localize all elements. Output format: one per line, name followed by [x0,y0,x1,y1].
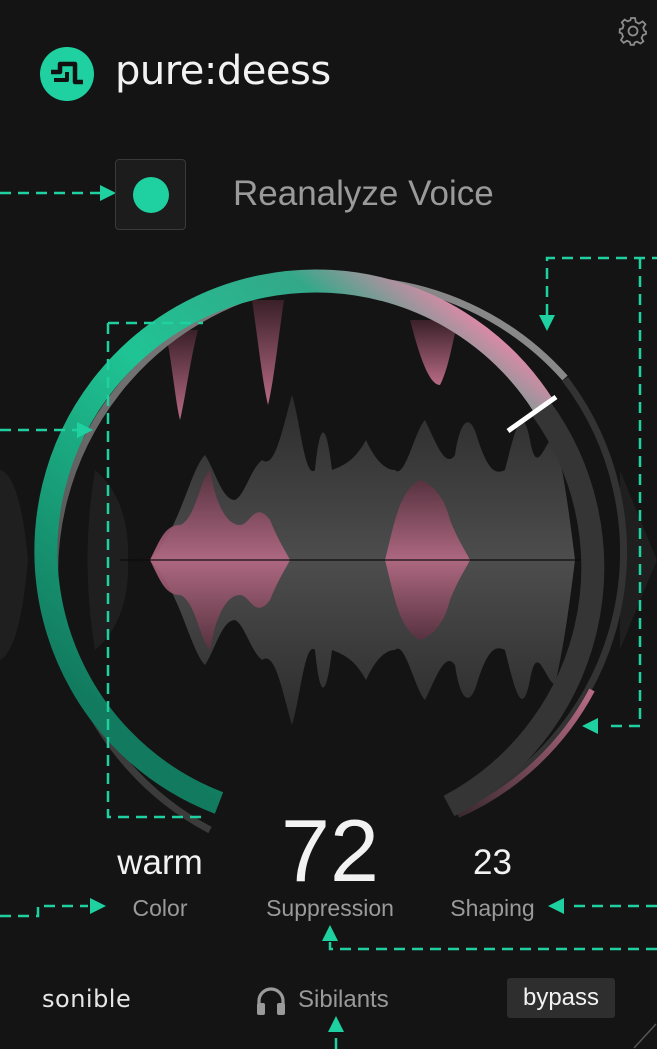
sonible-logo-icon [40,47,94,101]
sibilants-listen-button[interactable]: Sibilants [254,980,389,1020]
reanalyze-voice-label: Reanalyze Voice [233,174,494,213]
shaping-label: Shaping [450,895,535,921]
resize-handle[interactable] [630,1020,657,1049]
shaping-value[interactable]: 23 [430,843,555,883]
color-value[interactable]: warm [90,843,230,883]
sonible-brand-logo: sonible [42,985,132,1013]
bypass-button[interactable]: bypass [507,978,615,1018]
color-label: Color [132,895,188,921]
suppression-label: Suppression [266,895,394,921]
sibilants-label: Sibilants [298,986,389,1013]
reanalyze-voice-button[interactable] [115,159,186,230]
suppression-value[interactable]: 72 [240,800,420,902]
record-indicator-icon [133,177,169,213]
plugin-window: pure:deess Reanalyze Voice warm Color 72… [0,0,657,1049]
app-title: pure:deess [115,48,331,94]
gear-icon[interactable] [617,15,649,47]
headphones-icon [257,987,285,1015]
